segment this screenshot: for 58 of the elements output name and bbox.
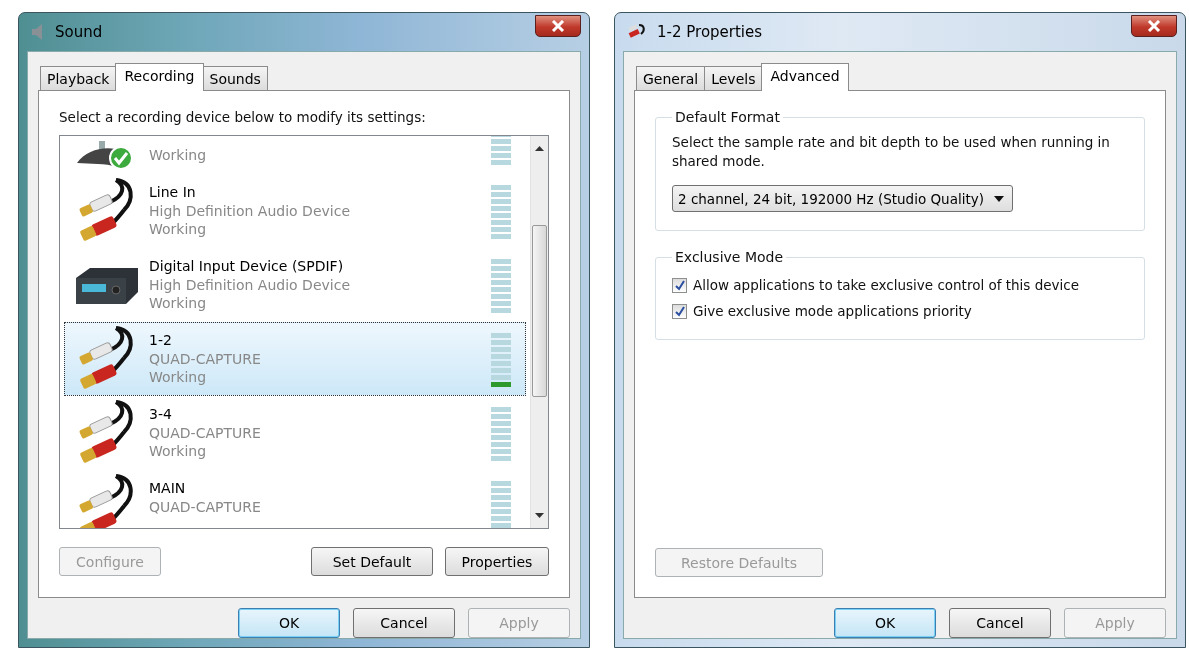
device-description: QUAD-CAPTURE (149, 349, 262, 368)
scrollbar[interactable] (530, 136, 548, 528)
window-title: Sound (55, 23, 103, 41)
level-meter (491, 257, 511, 313)
speaker-icon (31, 23, 45, 41)
tab[interactable]: General (636, 66, 706, 90)
checkbox[interactable] (672, 303, 687, 319)
device-description: QUAD-CAPTURE (149, 423, 262, 442)
device-status: Working (149, 220, 208, 239)
dialog-button[interactable]: Cancel (949, 608, 1051, 638)
device-description: High Definition Audio Device (149, 275, 351, 294)
device-row[interactable]: Digital Input Device (SPDIF) High Definition Audio Device Working (64, 248, 526, 322)
level-meter (491, 183, 511, 239)
level-meter (491, 479, 511, 528)
level-meter (491, 405, 511, 461)
close-icon (551, 20, 565, 32)
window-title: 1-2 Properties (657, 23, 763, 41)
device-name: Line In (149, 183, 197, 202)
device-row[interactable]: MAIN QUAD-CAPTURE (64, 470, 526, 528)
group-heading: Default Format (674, 109, 781, 125)
dialog-button[interactable]: OK (834, 608, 936, 638)
tab[interactable]: Recording (115, 63, 204, 91)
device-name: 3-4 (149, 405, 173, 424)
device-name: 1-2 (149, 331, 173, 350)
device-row[interactable]: 3-4 QUAD-CAPTURE Working (64, 396, 526, 470)
tab[interactable]: Playback (40, 66, 117, 90)
device-status: Working (149, 442, 208, 461)
device-status: Working (149, 368, 208, 387)
tab[interactable]: Sounds (202, 66, 268, 90)
device-row[interactable]: Working (64, 136, 526, 174)
instruction-text: Select a recording device below to modify its settings: (59, 109, 427, 125)
close-icon (1147, 20, 1161, 32)
device-status: Working (149, 146, 208, 165)
format-dropdown[interactable]: 2 channel, 24 bit, 192000 Hz (Studio Quality) (672, 185, 1013, 212)
device-row[interactable]: Line In High Definition Audio Device Working (64, 174, 526, 248)
scroll-down-icon (535, 513, 544, 518)
dialog-button[interactable]: Cancel (353, 608, 455, 638)
format-description: Select the sample rate and bit depth to be used when running in shared mode. (672, 133, 1111, 171)
scroll-up-icon (535, 146, 544, 151)
dropdown-caret-icon (993, 195, 1004, 202)
device-description: QUAD-CAPTURE (149, 497, 262, 516)
tab[interactable]: Levels (704, 66, 763, 90)
group-heading: Exclusive Mode (674, 249, 785, 265)
dialog-button[interactable]: Set Default (311, 547, 433, 576)
device-name: Digital Input Device (SPDIF) (149, 257, 345, 276)
device-status: Working (149, 294, 208, 313)
device-name: MAIN (149, 479, 187, 498)
close-button[interactable] (1131, 15, 1177, 37)
tab[interactable]: Advanced (761, 63, 849, 91)
scroll-thumb[interactable] (532, 225, 547, 397)
dialog-button[interactable]: Properties (445, 547, 549, 576)
close-button[interactable] (535, 15, 581, 37)
device-row[interactable]: 1-2 QUAD-CAPTURE Working (64, 322, 526, 396)
checkbox[interactable] (672, 277, 687, 293)
checkbox-label: Give exclusive mode applications priority (693, 303, 972, 319)
checkbox-label: Allow applications to take exclusive control of this device (693, 277, 1080, 293)
device-description: High Definition Audio Device (149, 201, 351, 220)
dialog-button[interactable]: OK (238, 608, 340, 638)
